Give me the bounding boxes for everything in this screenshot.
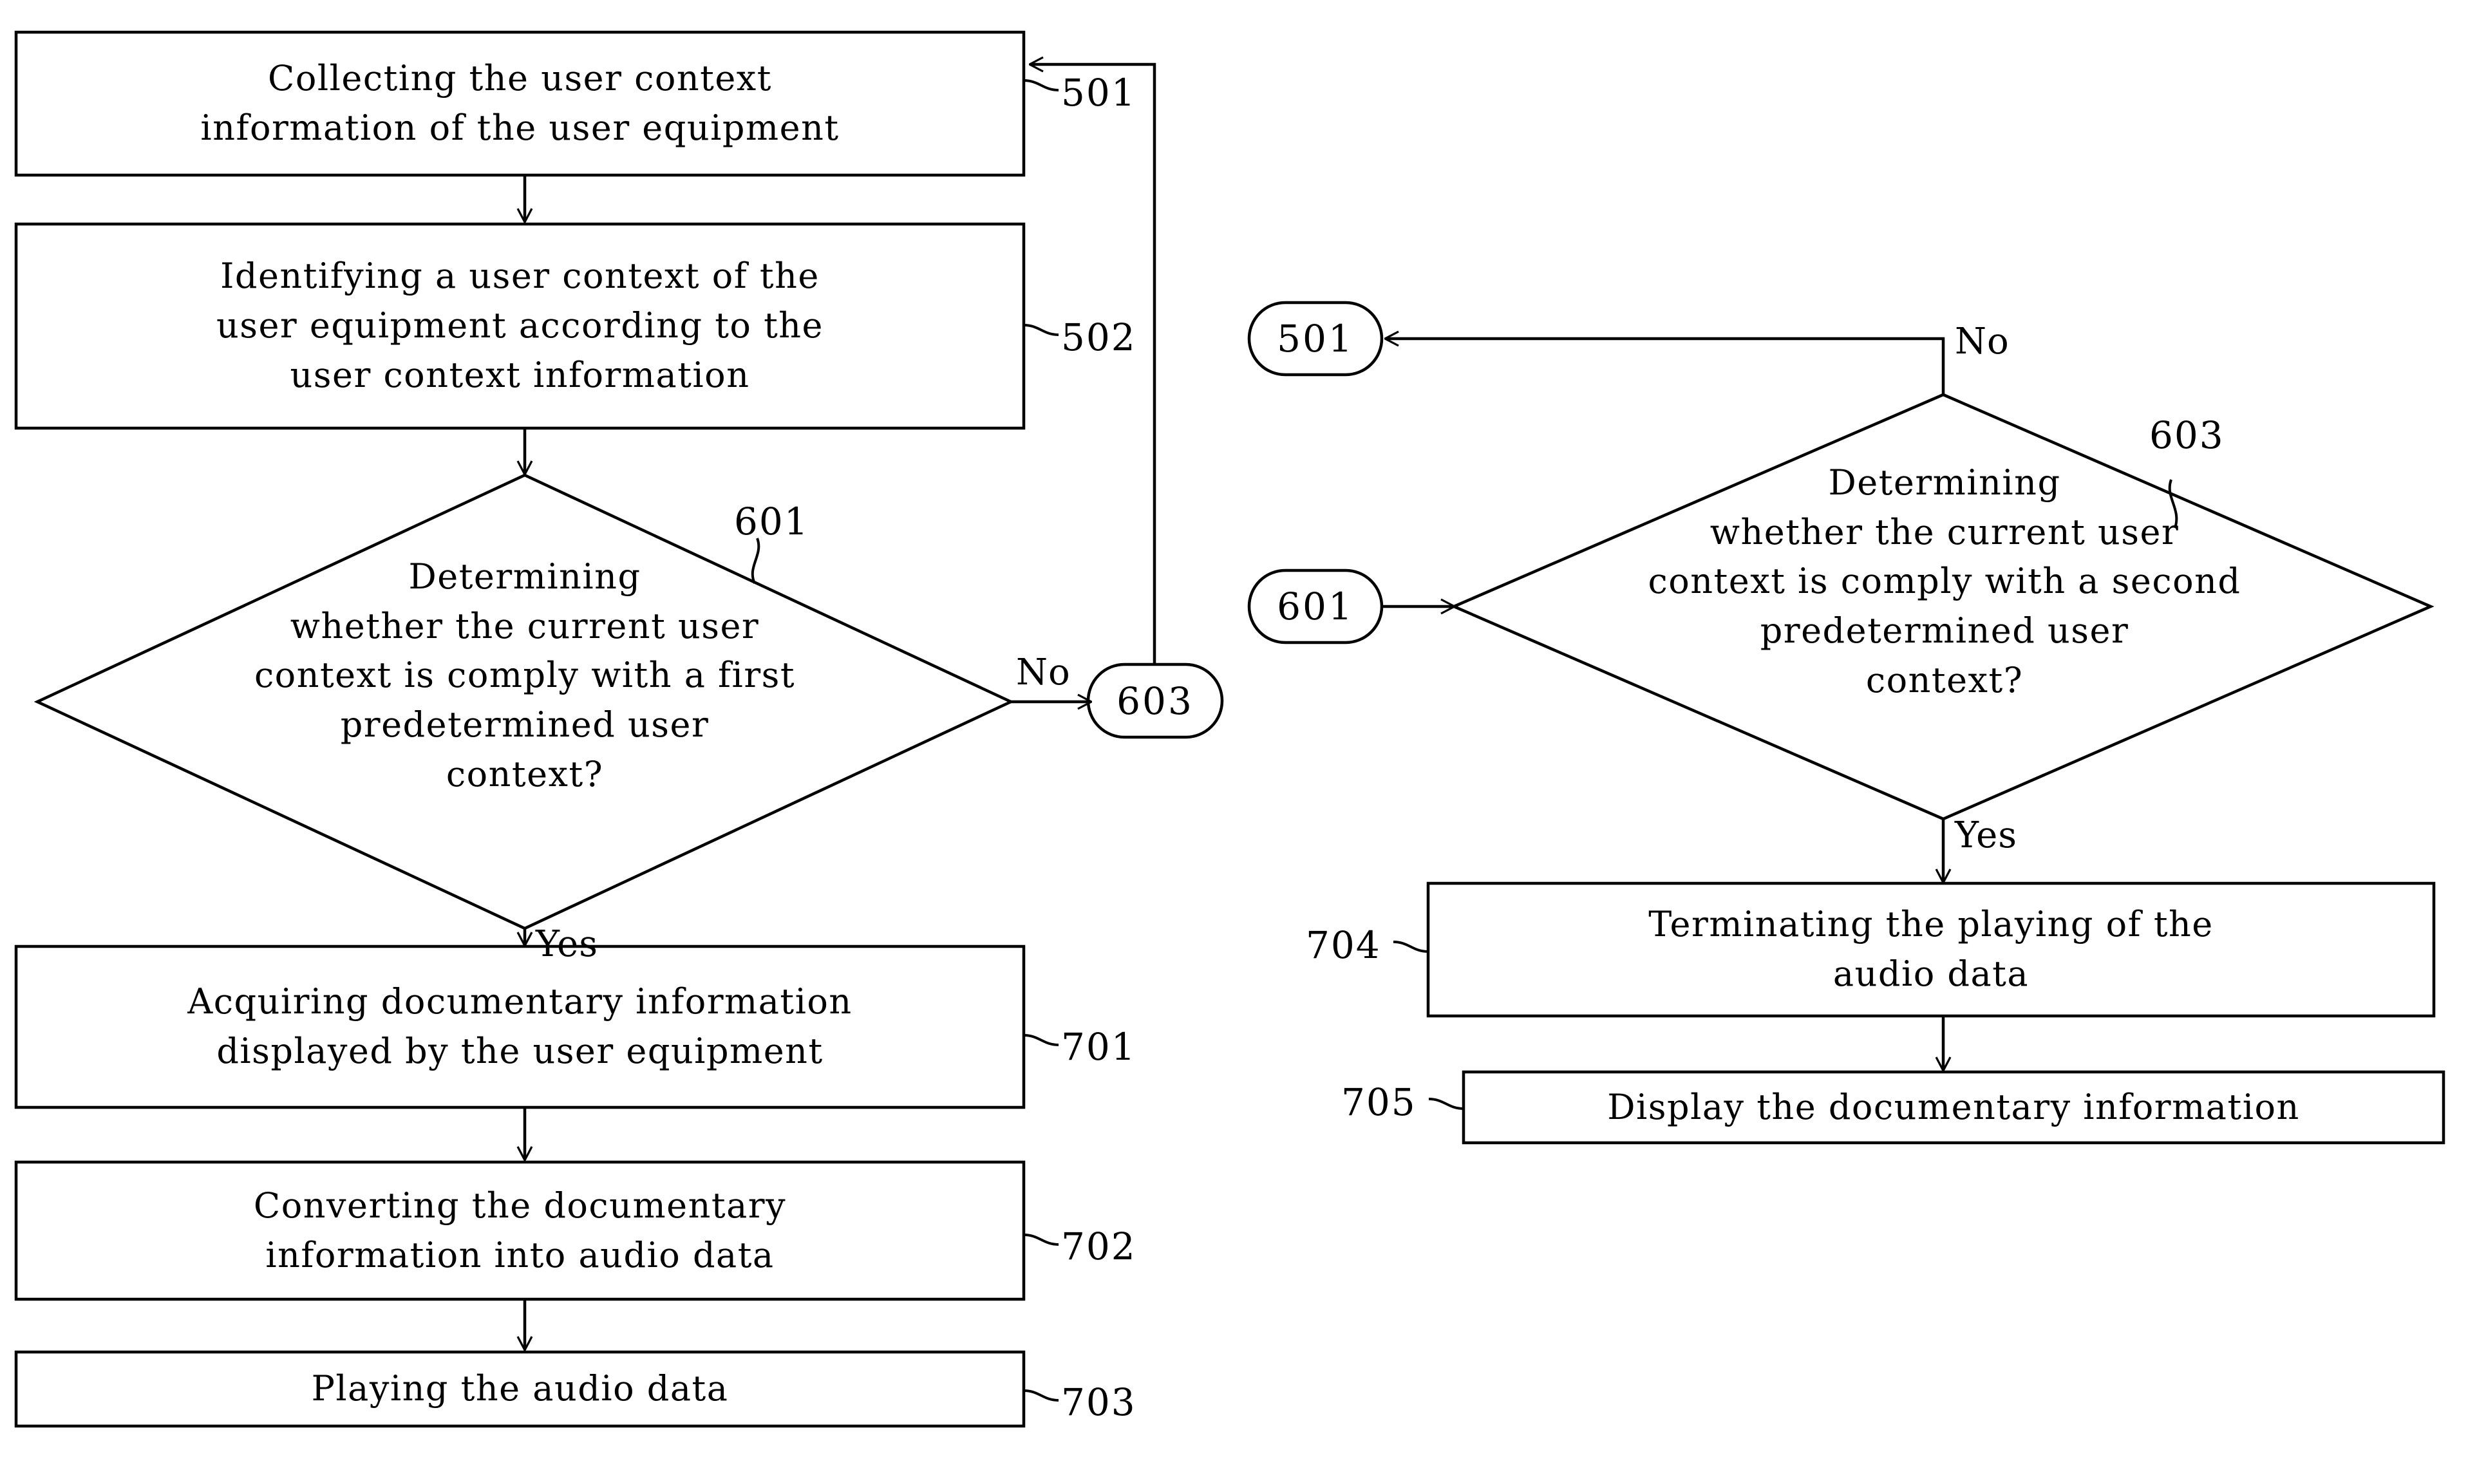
leader-704: [1393, 941, 1429, 953]
diamond-601-shape: [33, 473, 1015, 930]
flowchart-vector-layer: [14, 30, 2445, 1428]
leader-701: [1023, 1034, 1059, 1046]
patent-flowchart-figure: Collecting the user context information …: [0, 0, 2468, 1484]
box-703-shape: [14, 1350, 1026, 1428]
branch-label-601-yes: Yes: [536, 923, 598, 965]
leader-601: [751, 538, 760, 584]
leader-703: [1023, 1389, 1059, 1402]
ref-label-603-right: 603: [2149, 413, 2225, 457]
diamond-603-shape: [1450, 393, 2435, 821]
leader-702: [1023, 1234, 1059, 1246]
leader-502: [1023, 324, 1059, 336]
ref-label-501: 501: [1061, 71, 1136, 115]
branch-label-603-no: No: [1955, 321, 2010, 362]
leader-501: [1023, 79, 1059, 91]
ref-label-702: 702: [1061, 1225, 1136, 1268]
box-501-shape: [14, 30, 1026, 177]
leader-705: [1428, 1098, 1464, 1110]
arrow-603-no-to-501: [1386, 339, 1945, 395]
feedback-603-to-501: [1030, 64, 1156, 664]
ref-label-502: 502: [1061, 315, 1136, 359]
leader-603-right: [2168, 479, 2178, 529]
branch-label-603-yes: Yes: [1955, 814, 2017, 856]
connector-603-text: 603: [1116, 679, 1194, 723]
ref-label-601: 601: [734, 500, 809, 543]
ref-label-704: 704: [1306, 923, 1381, 967]
box-701-shape: [14, 944, 1026, 1109]
box-502-shape: [14, 222, 1026, 430]
box-704-shape: [1426, 881, 2436, 1018]
ref-label-703: 703: [1061, 1380, 1136, 1424]
branch-label-601-no: No: [1016, 652, 1071, 693]
ref-label-705: 705: [1341, 1080, 1417, 1124]
box-702-shape: [14, 1160, 1026, 1301]
connector-right-601-text: 601: [1277, 585, 1354, 628]
ref-label-701: 701: [1061, 1025, 1136, 1069]
connector-right-501-text: 501: [1277, 317, 1354, 361]
box-705-shape: [1462, 1070, 2445, 1145]
